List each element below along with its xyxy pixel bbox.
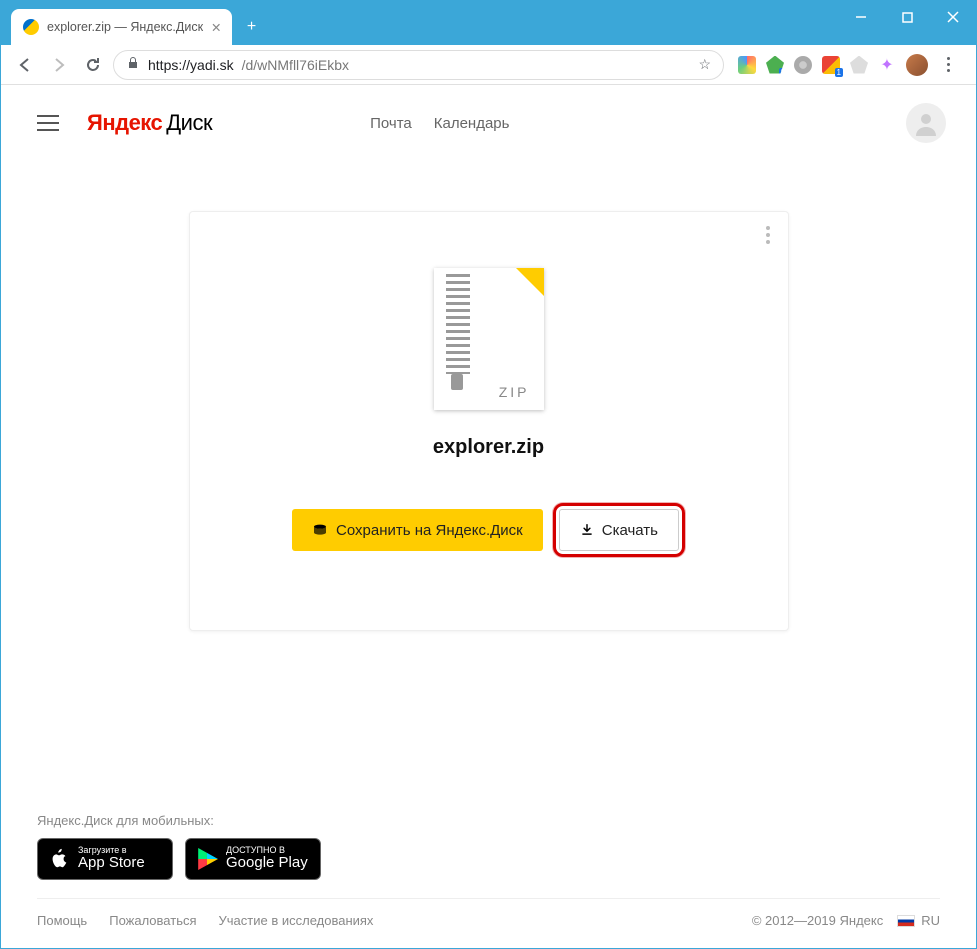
nav-forward-button[interactable] [45,51,73,79]
flag-ru-icon [897,915,915,927]
hamburger-menu-button[interactable] [37,115,59,131]
window-titlebar: explorer.zip — Яндекс.Диск ✕ + [1,1,976,45]
user-avatar-button[interactable] [906,103,946,143]
extension-icon-5[interactable] [850,56,868,74]
logo-yandex: Яндекс [87,110,162,136]
bookmark-star-icon[interactable]: ☆ [698,56,711,73]
url-path: /d/wNMfll76iEkbx [242,57,349,73]
extension-icon-2[interactable] [766,56,784,74]
download-button[interactable]: Скачать [559,509,679,551]
nav-reload-button[interactable] [79,51,107,79]
extension-icon-6[interactable]: ✦ [878,56,896,74]
close-tab-icon[interactable]: ✕ [211,20,221,35]
url-scheme: https:// [148,57,190,73]
save-to-disk-button[interactable]: Сохранить на Яндекс.Диск [292,509,543,551]
appstore-badge[interactable]: Загрузите вApp Store [37,838,173,880]
page-header: Яндекс Диск Почта Календарь [1,85,976,161]
window-close-button[interactable] [930,1,976,33]
header-link-mail[interactable]: Почта [370,115,412,132]
lang-label: RU [921,913,940,928]
play-big-text: Google Play [226,855,308,872]
card-menu-button[interactable] [766,226,770,244]
file-name: explorer.zip [433,436,544,459]
window-maximize-button[interactable] [884,1,930,33]
person-icon [911,108,941,138]
browser-tab[interactable]: explorer.zip — Яндекс.Диск ✕ [11,9,232,45]
footer-abuse-link[interactable]: Пожаловаться [109,913,196,928]
save-button-label: Сохранить на Яндекс.Диск [336,522,523,539]
url-host: yadi.sk [190,57,234,73]
zip-file-icon: ZIP [434,268,544,410]
address-bar[interactable]: https://yadi.sk/d/wNMfll76iEkbx ☆ [113,50,724,80]
footer-research-link[interactable]: Участие в исследованиях [219,913,374,928]
apple-icon [48,848,70,870]
favicon-icon [23,19,39,35]
file-card: ZIP explorer.zip Сохранить на Яндекс.Дис… [189,211,789,631]
download-button-label: Скачать [602,522,658,539]
googleplay-badge[interactable]: ДОСТУПНО ВGoogle Play [185,838,321,880]
lock-icon [126,56,140,73]
extension-icon-1[interactable] [738,56,756,74]
extension-icon-4[interactable] [822,56,840,74]
highlight-annotation: Скачать [553,503,685,557]
profile-avatar-button[interactable] [906,54,928,76]
lang-switch[interactable]: RU [897,913,940,928]
browser-toolbar: https://yadi.sk/d/wNMfll76iEkbx ☆ ✦ [1,45,976,85]
browser-menu-button[interactable] [938,57,958,72]
appstore-big-text: App Store [78,855,145,872]
logo-disk: Диск [166,110,212,136]
footer-help-link[interactable]: Помощь [37,913,87,928]
play-icon [196,848,218,870]
header-link-calendar[interactable]: Календарь [434,115,510,132]
extension-icon-3[interactable] [794,56,812,74]
window-minimize-button[interactable] [838,1,884,33]
mobile-apps-label: Яндекс.Диск для мобильных: [37,813,940,828]
nav-back-button[interactable] [11,51,39,79]
footer-copyright: © 2012—2019 Яндекс [752,913,883,928]
download-icon [580,523,594,537]
disk-icon [312,522,328,538]
yandex-disk-logo[interactable]: Яндекс Диск [87,110,212,136]
file-ext-label: ZIP [499,384,530,400]
tab-title: explorer.zip — Яндекс.Диск [47,20,203,34]
new-tab-button[interactable]: + [238,13,266,41]
